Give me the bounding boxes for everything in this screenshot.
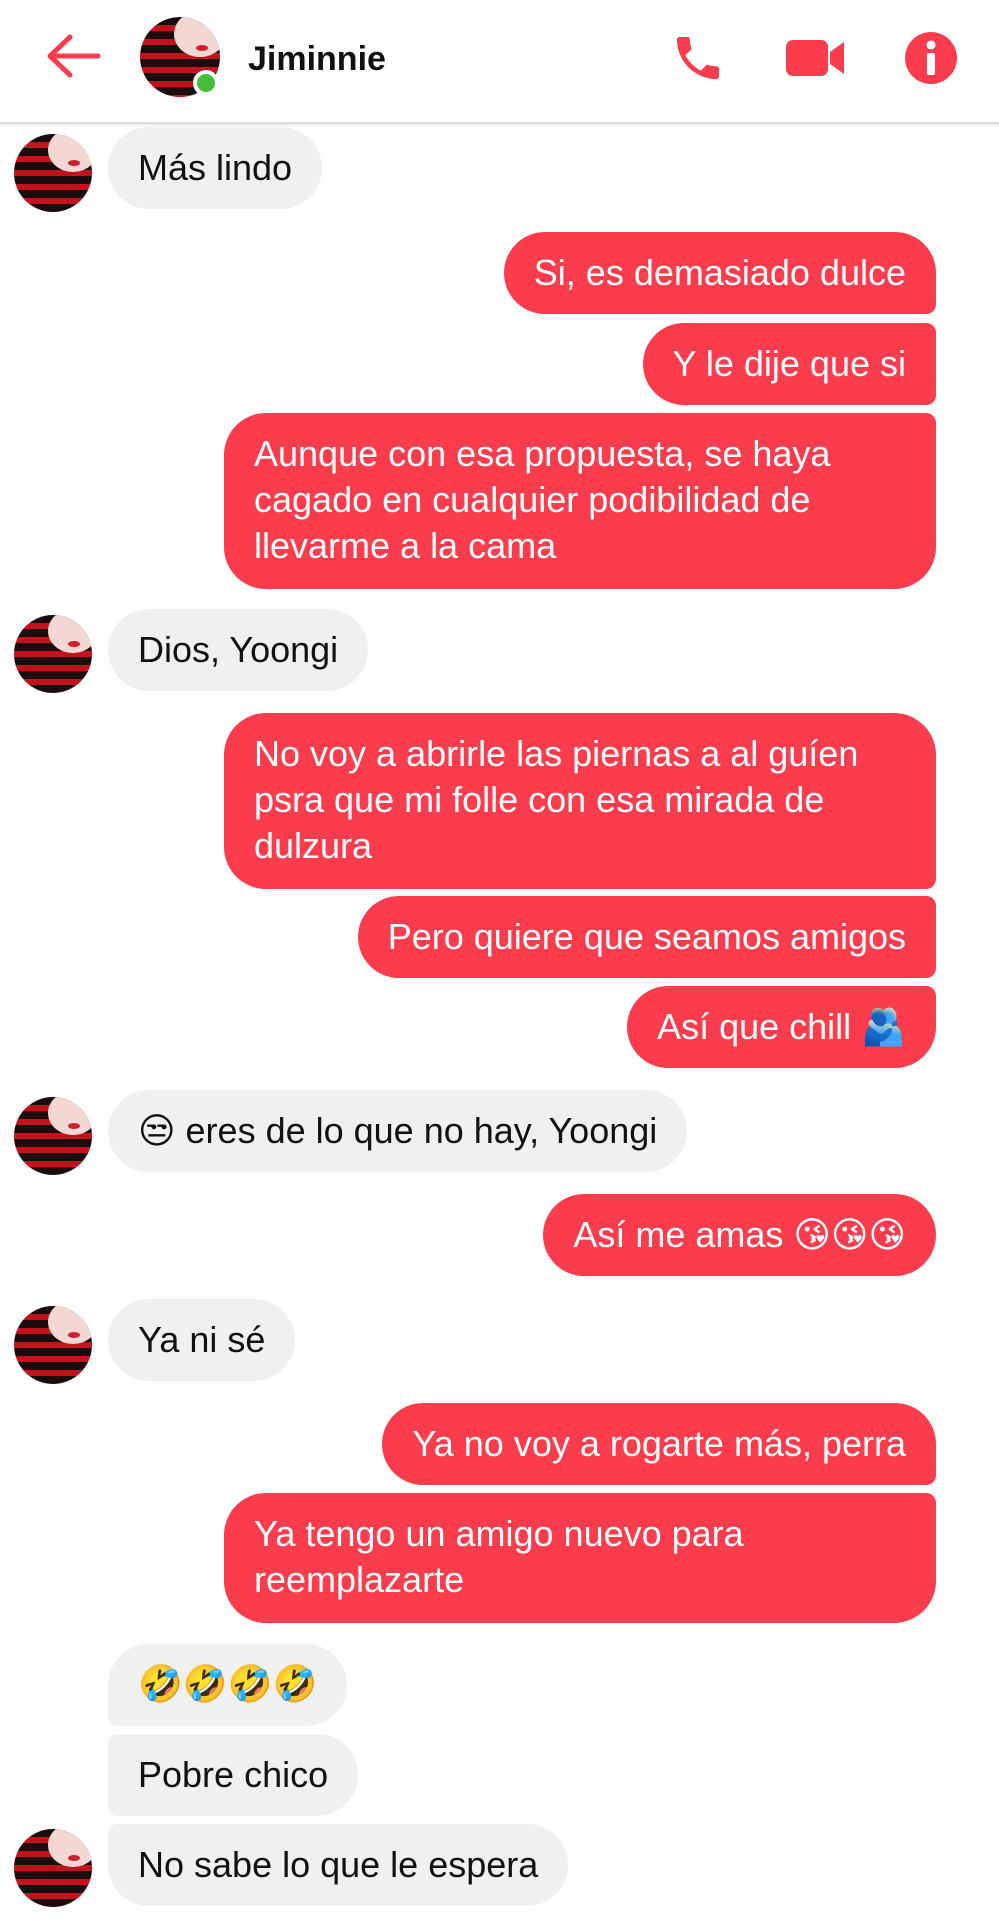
message-outgoing[interactable]: Pero quiere que seamos amigos [357, 896, 936, 978]
video-camera-icon [786, 40, 844, 76]
message-outgoing[interactable]: Ya no voy a rogarte más, perra [382, 1403, 936, 1485]
message-incoming[interactable]: 😒 eres de lo que no hay, Yoongi [108, 1090, 688, 1172]
phone-icon [677, 37, 719, 79]
message-incoming[interactable]: Más lindo [108, 127, 323, 209]
chat-header: Jiminnie [0, 0, 999, 124]
arrow-left-icon [47, 34, 101, 78]
message-outgoing[interactable]: Si, es demasiado dulce [503, 232, 936, 314]
message-outgoing[interactable]: No voy a abrirle las piernas a al guíen … [224, 713, 936, 889]
contact-avatar[interactable] [14, 1097, 92, 1175]
message-outgoing[interactable]: Y le dije que si [642, 323, 936, 405]
contact-avatar[interactable] [14, 615, 92, 693]
info-icon [905, 32, 957, 84]
message-incoming[interactable]: Dios, Yoongi [108, 609, 369, 691]
online-status-dot [193, 70, 219, 96]
message-incoming[interactable]: No sabe lo que le espera [108, 1824, 569, 1906]
message-incoming[interactable]: Pobre chico [108, 1734, 359, 1816]
contact-avatar[interactable] [14, 134, 92, 212]
video-call-button[interactable] [784, 30, 844, 86]
message-outgoing[interactable]: Así me amas 😘😘😘 [543, 1194, 936, 1276]
message-outgoing[interactable]: Aunque con esa propuesta, se haya cagado… [224, 413, 936, 589]
message-incoming[interactable]: 🤣🤣🤣🤣 [108, 1644, 348, 1726]
message-outgoing[interactable]: Así que chill 🫂 [627, 986, 936, 1068]
contact-name[interactable]: Jiminnie [248, 40, 386, 79]
contact-avatar[interactable] [14, 1829, 92, 1907]
info-button[interactable] [903, 30, 959, 86]
contact-avatar[interactable] [14, 1306, 92, 1384]
back-button[interactable] [44, 32, 104, 80]
message-incoming[interactable]: Ya ni sé [108, 1299, 296, 1381]
call-button[interactable] [670, 30, 726, 86]
message-outgoing[interactable]: Ya tengo un amigo nuevo para reemplazart… [224, 1493, 936, 1623]
